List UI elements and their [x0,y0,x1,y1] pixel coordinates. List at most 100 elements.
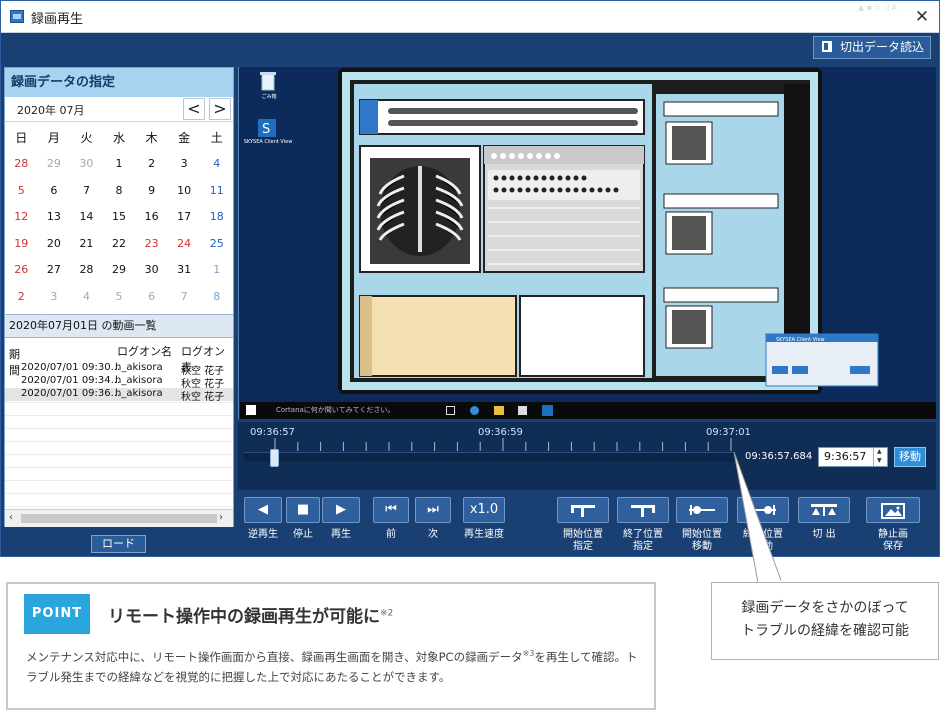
calendar-day[interactable]: 11 [200,184,233,197]
load-cut-data-button[interactable]: 切出データ読込 [813,36,931,59]
empty-row-line [5,402,233,403]
calendar-day[interactable]: 5 [103,290,136,303]
column-logon[interactable]: ログオン名 [117,343,172,359]
close-button[interactable]: ✕ [911,6,933,28]
row-logon: h_akisora [115,375,163,386]
calendar-day[interactable]: 15 [103,210,136,223]
save-still-button[interactable] [866,497,920,523]
weekday-label: 日 [15,130,28,145]
month-bar: 2020年 07月 < > [5,97,233,122]
empty-row-line [5,415,233,416]
calendar-day[interactable]: 4 [200,157,233,170]
timeline-slider-handle[interactable] [270,449,279,467]
calendar-day[interactable]: 31 [168,263,201,276]
reverse-play-button[interactable]: ◀ [244,497,282,523]
scroll-left-icon[interactable]: ‹ [9,512,13,523]
calendar-day[interactable]: 6 [135,290,168,303]
calendar-day[interactable]: 12 [5,210,38,223]
calendar-day[interactable]: 22 [103,237,136,250]
calendar-day[interactable]: 8 [200,290,233,303]
video-list-header: 2020年07月01日 の動画一覧 [5,314,233,338]
calendar-day[interactable]: 9 [135,184,168,197]
video-list-row[interactable]: 2020/07/01 09:34... h_akisora 秋空 花子 [5,375,233,388]
calendar-day[interactable]: 16 [135,210,168,223]
empty-row-line [5,441,233,442]
row-period: 2020/07/01 09:36... [21,388,121,399]
edge-icon [470,406,479,415]
horizontal-scrollbar[interactable]: ‹ › [5,509,233,527]
load-button[interactable]: ロード [91,535,146,553]
calendar-day[interactable]: 1 [200,263,233,276]
calendar-day[interactable]: 29 [38,157,71,170]
cut-button[interactable] [798,497,850,523]
weekday-row: 日月火水木金土 [5,124,233,151]
timeline-track[interactable] [244,452,734,462]
next-icon: ⏭ [427,502,439,517]
next-month-button[interactable]: > [209,98,231,120]
calendar-day[interactable]: 29 [103,263,136,276]
calendar-day[interactable]: 30 [135,263,168,276]
row-display: 秋空 花子 [181,392,225,401]
taskbar-search-text: Cortanaに何か聞いてみてください。 [276,406,395,414]
speed-button[interactable]: x1.0 [463,497,505,523]
speed-icon: x1.0 [469,502,499,517]
set-start-button[interactable] [557,497,609,523]
weekday-label: 火 [80,130,93,145]
skysea-app-label: SKYSEA Client View [243,139,293,145]
calendar-day[interactable]: 18 [200,210,233,223]
prev-button[interactable]: ⏮ [373,497,409,523]
calendar-day[interactable]: 6 [38,184,71,197]
calendar-day[interactable]: 24 [168,237,201,250]
timeline-label-start: 09:36:57 [250,427,295,438]
calendar-day[interactable]: 30 [70,157,103,170]
time-spinner[interactable] [873,448,887,466]
calendar-day[interactable]: 26 [5,263,38,276]
calendar-day[interactable]: 19 [5,237,38,250]
calendar-day[interactable]: 2 [135,157,168,170]
scroll-right-icon[interactable]: › [219,512,223,523]
calendar-day[interactable]: 1 [103,157,136,170]
video-list-row[interactable]: 2020/07/01 09:30... h_akisora 秋空 花子 [5,362,233,375]
scroll-thumb[interactable] [21,514,217,523]
empty-row-line [5,454,233,455]
calendar-day[interactable]: 3 [168,157,201,170]
calendar-day[interactable]: 7 [70,184,103,197]
stop-button[interactable]: ■ [286,497,320,523]
calendar-day[interactable]: 20 [38,237,71,250]
play-label: 再生 [312,529,370,541]
point-title: リモート操作中の録画再生が可能に※2 [108,602,393,627]
play-button[interactable]: ▶ [322,497,360,523]
calendar-day[interactable]: 21 [70,237,103,250]
set-end-button[interactable] [617,497,669,523]
app-icon [10,10,24,23]
calendar-day[interactable]: 27 [38,263,71,276]
calendar-day[interactable]: 14 [70,210,103,223]
calendar-day[interactable]: 4 [70,290,103,303]
calendar-day[interactable]: 5 [5,184,38,197]
calendar-day[interactable]: 8 [103,184,136,197]
calendar-day[interactable]: 25 [200,237,233,250]
timeline-label-mid: 09:36:59 [478,427,523,438]
cut-icon [809,502,839,518]
next-button[interactable]: ⏭ [415,497,451,523]
calendar-day[interactable]: 13 [38,210,71,223]
row-period: 2020/07/01 09:34... [21,375,121,386]
callout-pointer [733,451,783,584]
move-button[interactable]: 移動 [894,447,926,467]
point-body-part1: メンテナンス対応中に、リモート操作画面から直接、録画再生画面を開き、対象PCの録… [26,649,523,664]
callout-box: 録画データをさかのぼって トラブルの経緯を確認可能 [711,582,939,660]
calendar-day[interactable]: 3 [38,290,71,303]
reverse-play-icon: ◀ [258,502,268,517]
calendar-day[interactable]: 28 [70,263,103,276]
calendar-day[interactable]: 10 [168,184,201,197]
weekday-label: 月 [47,130,60,145]
calendar-day[interactable]: 28 [5,157,38,170]
calendar-day[interactable]: 2 [5,290,38,303]
calendar-day[interactable]: 23 [135,237,168,250]
set-start-icon [568,502,598,518]
calendar-day[interactable]: 17 [168,210,201,223]
prev-month-button[interactable]: < [183,98,205,120]
calendar-day[interactable]: 7 [168,290,201,303]
video-list-row[interactable]: 2020/07/01 09:36... h_akisora 秋空 花子 [5,388,233,401]
goto-start-icon [687,502,717,518]
